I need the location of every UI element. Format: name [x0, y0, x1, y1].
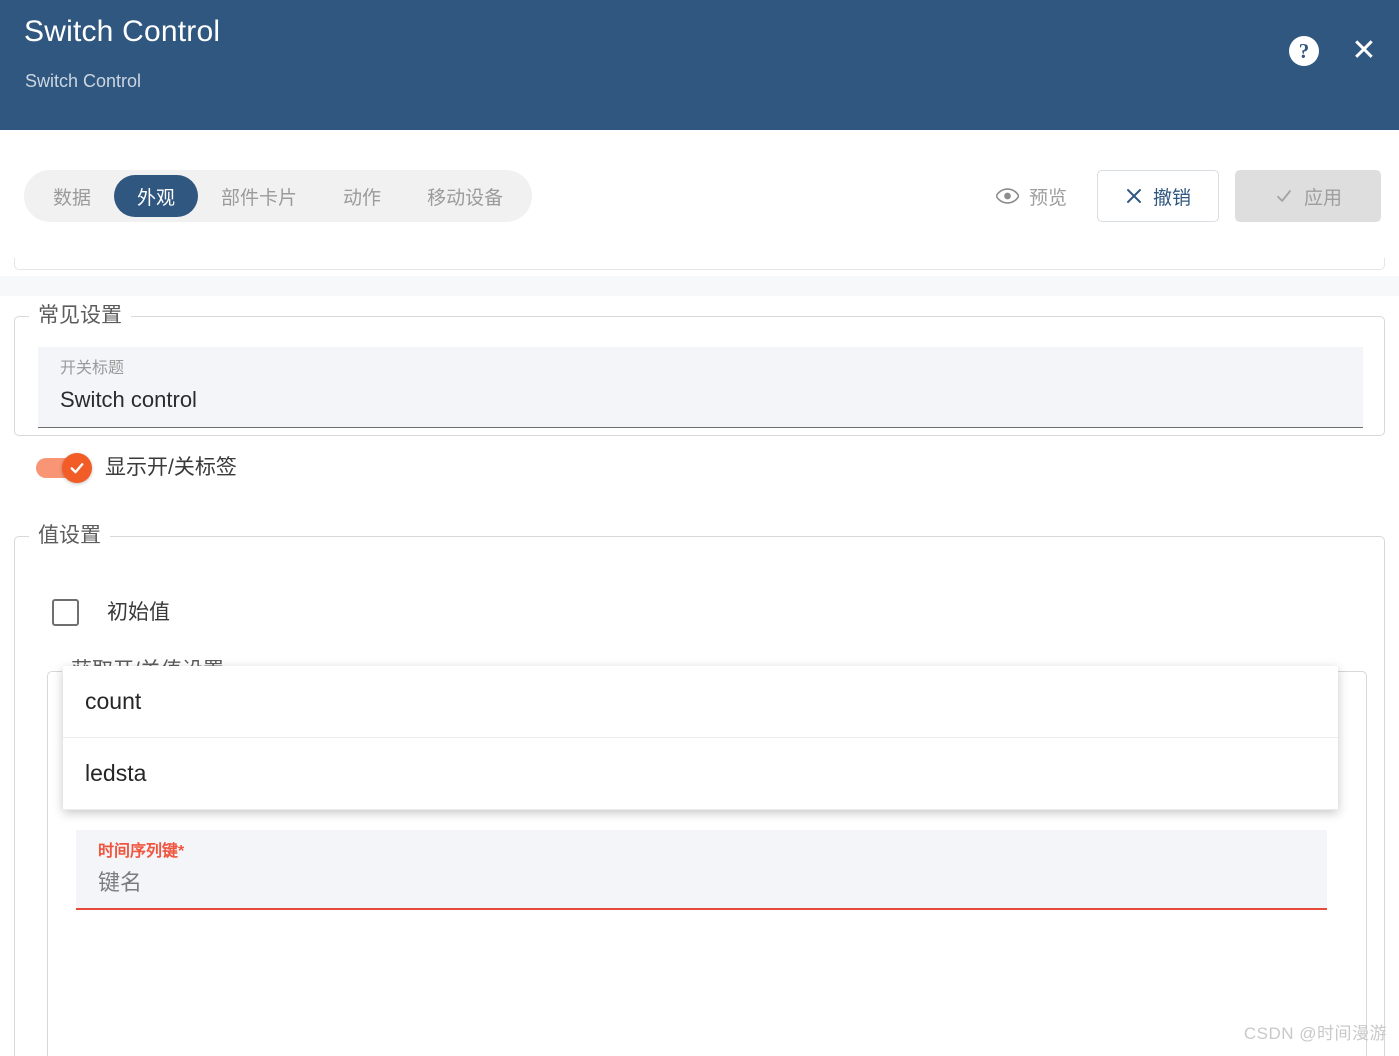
cancel-button-label: 撤销: [1152, 187, 1191, 209]
tab-mobile[interactable]: 移动设备: [404, 175, 526, 217]
dialog-header: Switch Control Switch Control ? ✕: [0, 0, 1399, 130]
help-icon: ?: [1289, 36, 1319, 66]
initial-value-label: 初始值: [107, 600, 170, 624]
tab-widget-card[interactable]: 部件卡片: [198, 175, 320, 217]
timeseries-key-input[interactable]: 键名: [98, 868, 142, 898]
switch-title-value: Switch control: [60, 387, 197, 412]
tab-data[interactable]: 数据: [30, 175, 114, 217]
apply-button-label: 应用: [1303, 187, 1342, 209]
toolbar-actions: 预览 撤销 应用: [982, 170, 1381, 222]
cancel-button[interactable]: 撤销: [1097, 170, 1219, 222]
header-actions: ? ✕: [1287, 34, 1381, 68]
timeseries-key-autocomplete[interactable]: count ledsta: [63, 666, 1338, 810]
switch-title-field[interactable]: 开关标题 Switch control: [38, 347, 1363, 428]
tab-appearance[interactable]: 外观: [114, 175, 199, 217]
tab-group: 数据 外观 部件卡片 动作 移动设备: [24, 170, 533, 222]
page-title: Switch Control: [24, 15, 221, 48]
apply-button[interactable]: 应用: [1235, 170, 1381, 222]
close-icon: ✕: [1351, 34, 1377, 67]
tab-actions[interactable]: 动作: [320, 175, 404, 217]
common-settings-legend: 常见设置: [38, 304, 122, 327]
switch-title-label: 开关标题: [60, 360, 125, 377]
timeseries-key-label: 时间序列键*: [98, 843, 185, 860]
check-icon: [1274, 187, 1294, 205]
show-onoff-labels-label: 显示开/关标签: [105, 456, 237, 479]
preview-button-label: 预览: [1028, 187, 1067, 209]
timeseries-key-field[interactable]: 时间序列键* 键名: [76, 830, 1327, 910]
initial-value-checkbox[interactable]: [52, 599, 79, 626]
section-divider: [0, 276, 1399, 296]
watermark: CSDN @时间漫游: [1243, 1024, 1387, 1043]
initial-value-checkbox-row[interactable]: 初始值: [52, 599, 170, 626]
close-button[interactable]: ✕: [1347, 34, 1381, 68]
page-subtitle: Switch Control: [25, 71, 142, 91]
list-item[interactable]: ledsta: [63, 738, 1338, 810]
list-item[interactable]: count: [63, 666, 1338, 738]
show-onoff-labels-toggle[interactable]: 显示开/关标签: [36, 453, 237, 483]
settings-scroll-area: 常见设置 开关标题 Switch control 显示开/关标签 值设置 初始值…: [0, 210, 1399, 1056]
help-button[interactable]: ?: [1287, 34, 1321, 68]
value-settings-legend: 值设置: [38, 524, 101, 547]
close-icon: [1125, 187, 1143, 205]
preview-button[interactable]: 预览: [982, 170, 1081, 222]
common-settings-group: 常见设置 开关标题 Switch control: [14, 303, 1385, 436]
eye-icon: [995, 188, 1019, 204]
settings-toolbar: 数据 外观 部件卡片 动作 移动设备 预览 撤销 应用: [0, 130, 1399, 258]
toggle-thumb-checked-icon: [62, 453, 92, 483]
toggle-switch[interactable]: [36, 453, 92, 483]
